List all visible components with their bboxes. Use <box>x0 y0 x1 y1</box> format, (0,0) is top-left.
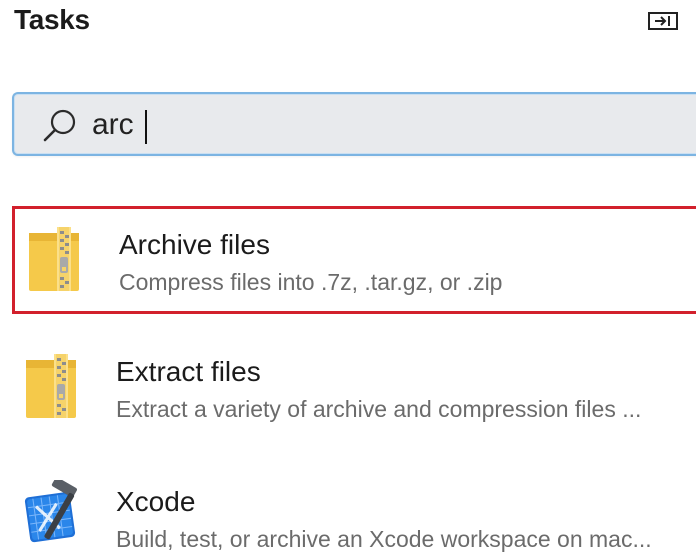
search-icon <box>43 109 76 142</box>
task-title: Extract files <box>116 356 261 387</box>
text-caret <box>145 110 147 144</box>
panel-title: Tasks <box>14 4 90 35</box>
task-result-xcode[interactable]: Xcode Build, test, or archive an Xcode w… <box>12 466 696 558</box>
task-description: Extract a variety of archive and compres… <box>116 396 642 422</box>
search-input[interactable] <box>92 104 652 146</box>
task-title: Archive files <box>119 229 270 260</box>
task-result-archive-files[interactable]: Archive files Compress files into .7z, .… <box>12 206 696 314</box>
tasks-panel: Tasks arc Archive files Compress files i… <box>0 0 696 558</box>
task-result-extract-files[interactable]: Extract files Extract a variety of archi… <box>12 336 696 444</box>
collapse-panel-icon <box>648 12 678 30</box>
collapse-panel-button[interactable] <box>646 10 680 32</box>
xcode-icon <box>24 480 77 543</box>
zip-folder-icon <box>26 354 76 418</box>
zip-folder-icon <box>29 227 79 291</box>
task-description: Build, test, or archive an Xcode workspa… <box>116 526 652 552</box>
search-box[interactable] <box>12 92 696 156</box>
task-description: Compress files into .7z, .tar.gz, or .zi… <box>119 269 503 295</box>
task-title: Xcode <box>116 486 196 517</box>
